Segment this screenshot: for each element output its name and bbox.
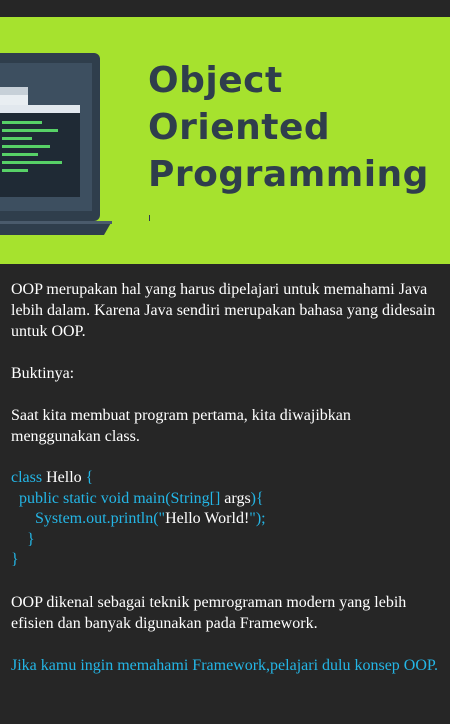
code-line-2: public static void main(String[] args){ <box>11 489 443 510</box>
laptop-base-edge <box>0 221 112 224</box>
outro-paragraph: OOP dikenal sebagai teknik pemrograman m… <box>11 593 407 632</box>
code-keyword: public static void main(String[] <box>11 489 221 507</box>
article-page: Object Oriented Programming OOP merupaka… <box>0 0 450 724</box>
code-keyword: System.out.println(" <box>11 510 166 527</box>
article-body: OOP merupakan hal yang harus dipelajari … <box>11 279 443 697</box>
code-brace: { <box>85 469 94 486</box>
code-line-3: System.out.println("Hello World!"); <box>11 509 443 530</box>
proof-paragraph: Saat kita membuat program pertama, kita … <box>11 407 351 445</box>
banner-title-line: Programming <box>148 154 429 195</box>
code-line-5: } <box>11 551 19 568</box>
code-brace: ){ <box>250 489 264 507</box>
code-identifier: args <box>220 489 251 507</box>
proof-label: Buktinya: <box>11 365 75 382</box>
banner-title-line: Object <box>148 60 283 101</box>
code-line-1: class Hello { <box>11 468 443 489</box>
oop-banner-image: Object Oriented Programming <box>0 17 450 264</box>
code-snippet: class Hello { public static void main(St… <box>11 468 443 571</box>
code-identifier: Hello <box>42 469 86 486</box>
intro-paragraph: OOP merupakan hal yang harus dipelajari … <box>11 281 436 340</box>
banner-title: Object Oriented Programming <box>148 57 448 198</box>
code-line-shape <box>2 129 58 132</box>
code-line-shape <box>2 121 42 124</box>
code-window-shape <box>0 105 80 197</box>
code-line-shape <box>2 161 62 164</box>
code-line-shape <box>2 169 28 172</box>
code-keyword: class <box>11 469 43 486</box>
banner-title-line: Oriented <box>148 107 331 148</box>
code-window-bar <box>0 105 80 113</box>
code-line-4: } <box>11 530 35 548</box>
code-string: Hello World! <box>165 510 250 527</box>
code-line-shape <box>2 153 38 156</box>
code-brace: "); <box>249 510 266 527</box>
banner-tick-mark <box>149 215 150 221</box>
cta-paragraph: Jika kamu ingin memahami Framework,pelaj… <box>11 656 439 674</box>
window-back-bar <box>0 87 28 95</box>
code-line-shape <box>2 137 32 140</box>
code-line-shape <box>2 145 50 148</box>
